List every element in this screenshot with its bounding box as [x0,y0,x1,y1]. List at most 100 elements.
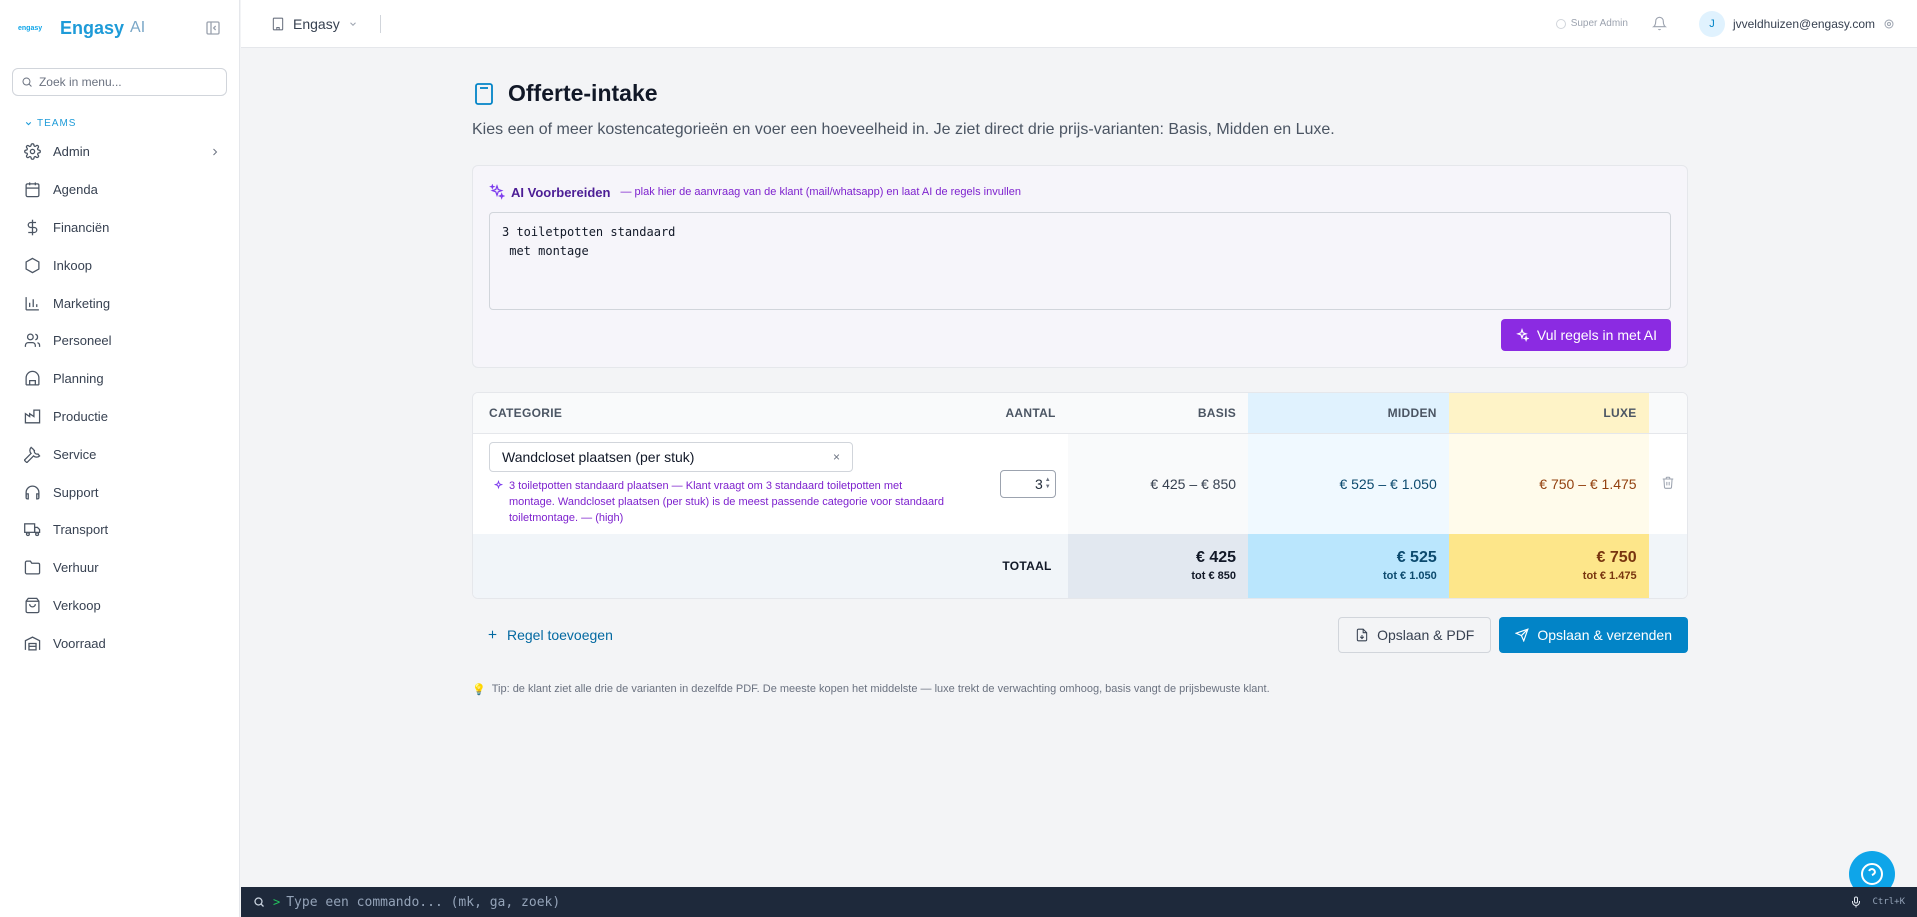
save-send-label: Opslaan & verzenden [1537,626,1672,643]
users-icon [24,333,41,348]
category-value: Wandcloset plaatsen (per stuk) [502,448,695,465]
sidebar-item-label: Voorraad [53,635,106,651]
quantity-cell: 3 ▲ ▼ [965,432,1068,534]
category-cell: Wandcloset plaatsen (per stuk) × 3 toile… [473,432,965,534]
sidebar-item-verkoop[interactable]: Verkoop [0,587,239,625]
column-header-actions [1648,393,1687,433]
brand-name: Engasy [60,17,125,38]
command-prompt: > [273,895,281,909]
sidebar-item-financien[interactable]: Financiën [0,209,239,247]
sidebar-item-label: Productie [53,408,108,424]
sidebar-item-productie[interactable]: Productie [0,398,239,436]
action-bar: Regel toevoegen Opslaan & PDF Opslaan & … [472,616,1688,653]
sidebar-item-personeel[interactable]: Personeel [0,322,239,360]
bell-icon[interactable] [1651,16,1667,31]
command-bar: > Ctrl+K [241,887,1917,917]
total-basis-from: € 425 [1195,549,1237,566]
ai-suggestion-text: 3 toiletpotten standaard plaatsen — Klan… [509,479,944,524]
delete-cell [1648,432,1687,534]
quantity-value: 3 [1034,475,1043,492]
sidebar-item-inkoop[interactable]: Inkoop [0,246,239,284]
sidebar-item-admin[interactable]: Admin [0,133,239,171]
tip-text: 💡 Tip: de klant ziet alle drie de varian… [472,683,1688,696]
customer-request-textarea[interactable]: 3 toiletpotten standaard met montage [489,212,1671,310]
folder-icon [24,560,41,575]
column-header-category: CATEGORIE [473,393,965,433]
save-pdf-button[interactable]: Opslaan & PDF [1338,616,1492,653]
sidebar-item-verhuur[interactable]: Verhuur [0,549,239,587]
sidebar-item-label: Planning [53,371,104,387]
sidebar-item-label: Personeel [53,333,112,349]
total-luxe-to: tot € 1.475 [1582,570,1637,582]
column-header-basis: BASIS [1067,393,1249,433]
total-label: TOTAAL [473,533,1068,598]
fill-rows-ai-label: Vul regels in met AI [1536,327,1657,343]
category-select[interactable]: Wandcloset plaatsen (per stuk) × [489,441,853,472]
trash-icon[interactable] [1661,475,1675,490]
sidebar-item-label: Verkoop [53,597,101,613]
total-end-cell [1648,533,1687,598]
sidebar-item-label: Admin [53,144,90,160]
total-basis-to: tot € 850 [1191,570,1237,582]
file-download-icon [1356,628,1368,641]
total-midden: € 525 tot € 1.050 [1248,533,1449,598]
price-luxe: € 750 – € 1.475 [1448,432,1649,534]
menu-search-input[interactable] [38,75,218,89]
org-switcher[interactable]: Engasy [271,16,366,32]
add-row-button[interactable]: Regel toevoegen [486,627,613,643]
sparkles-icon [493,479,504,489]
brand-logo: engasy [18,24,43,32]
topbar-right: Super Admin J jvveldhuizen@engasy.com [1555,10,1895,37]
stepper-arrows-icon[interactable]: ▲ ▼ [1045,477,1051,491]
clear-category-icon[interactable]: × [833,450,840,464]
sidebar-item-marketing[interactable]: Marketing [0,284,239,322]
ai-prepare-header: AI Voorbereiden — plak hier de aanvraag … [489,184,1671,200]
sidebar-item-service[interactable]: Service [0,435,239,473]
wrench-icon [24,446,41,463]
sparkles-icon [489,184,505,200]
ai-prepare-title: AI Voorbereiden [511,184,611,200]
column-header-quantity: AANTAL [965,393,1068,433]
sidebar-item-label: Transport [53,522,109,538]
total-luxe-from: € 750 [1596,549,1637,566]
factory-icon [24,409,41,424]
main-content: Offerte-intake Kies een of meer kostenca… [472,80,1688,696]
command-input[interactable] [286,894,1687,910]
save-send-button[interactable]: Opslaan & verzenden [1499,616,1688,653]
avatar[interactable]: J [1698,10,1725,37]
sidebar-item-transport[interactable]: Transport [0,511,239,549]
hexagon-icon [25,257,40,274]
chevron-down-icon [349,21,356,26]
sidebar-item-support[interactable]: Support [0,473,239,511]
help-circle-icon [1861,863,1883,885]
user-email[interactable]: jvveldhuizen@engasy.com [1733,17,1875,31]
ai-prepare-panel: AI Voorbereiden — plak hier de aanvraag … [472,165,1688,368]
fill-rows-ai-button[interactable]: Vul regels in met AI [1500,319,1671,351]
teams-section-toggle[interactable]: TEAMS [0,118,239,129]
table-header-row: CATEGORIE AANTAL BASIS MIDDEN LUXE [473,393,1687,433]
microphone-icon[interactable] [1850,895,1862,909]
quantity-stepper[interactable]: 3 ▲ ▼ [999,469,1056,498]
ai-suggestion-note: 3 toiletpotten standaard plaatsen — Klan… [489,478,949,526]
column-header-luxe: LUXE [1448,393,1649,433]
search-icon [254,897,264,907]
sidebar-nav: Admin Agenda Financiën Inkoop Marketing … [0,133,239,662]
calendar-icon [25,182,40,198]
gauge-icon [25,370,40,386]
total-luxe: € 750 tot € 1.475 [1448,533,1649,598]
menu-search[interactable] [12,68,227,96]
quote-table: CATEGORIE AANTAL BASIS MIDDEN LUXE Wandc… [472,392,1688,599]
dollar-icon [27,219,38,236]
sidebar-collapse-icon[interactable] [205,20,221,36]
lightbulb-icon: 💡 [472,683,486,696]
sidebar-item-label: Service [53,446,97,462]
warehouse-icon [24,636,41,651]
sidebar-item-agenda[interactable]: Agenda [0,171,239,209]
role-label: Super Admin [1570,18,1628,29]
gear-icon[interactable] [1883,18,1895,30]
save-pdf-label: Opslaan & PDF [1377,626,1475,643]
sidebar-item-voorraad[interactable]: Voorraad [0,624,239,662]
page-header: Offerte-intake [472,80,1688,107]
brand[interactable]: engasy Engasy AI [0,0,239,56]
sidebar-item-planning[interactable]: Planning [0,360,239,398]
